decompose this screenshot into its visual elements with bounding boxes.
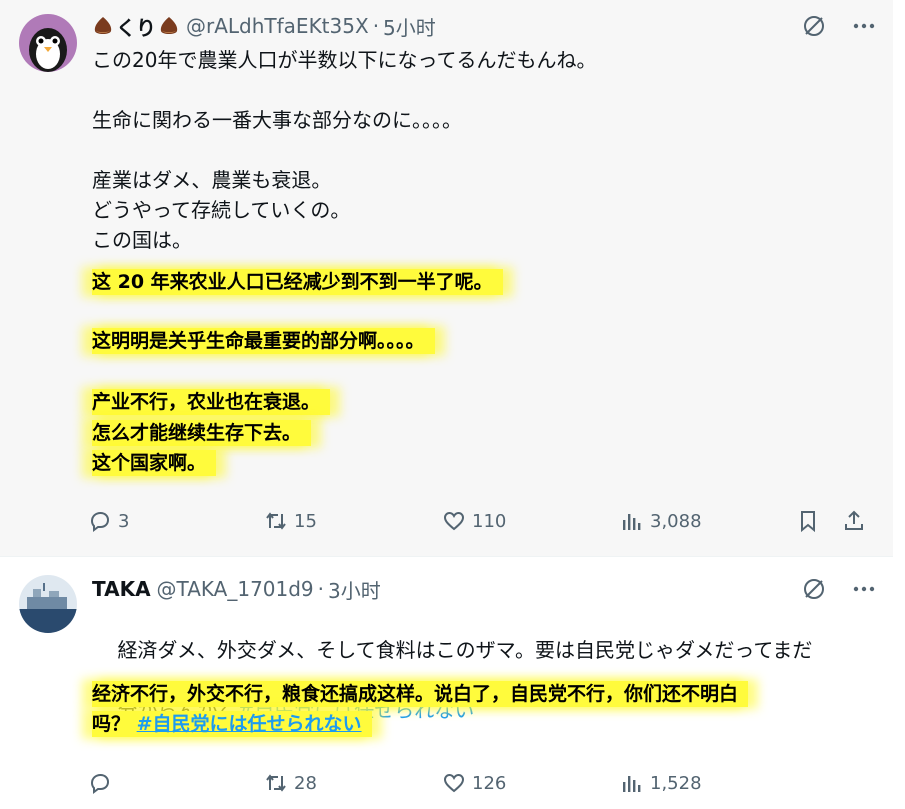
translation-line: 这个国家啊。: [92, 450, 217, 476]
tweet[interactable]: TAKA @TAKA_1701d9 · 3小时 経済ダメ、外交ダメ、そして食料は…: [0, 556, 893, 809]
like-button[interactable]: 110: [442, 505, 506, 537]
author-name-text: くり: [116, 15, 156, 40]
view-count: 3,088: [650, 510, 702, 532]
more-icon[interactable]: [850, 12, 878, 40]
translation-line: 吗？: [92, 713, 131, 735]
views-button[interactable]: 1,528: [620, 767, 702, 799]
author-handle[interactable]: @rALdhTfaEKt35X: [186, 14, 369, 38]
translation-line: 这明明是关乎生命最重要的部分啊。。。。: [92, 328, 435, 354]
author-name[interactable]: TAKA: [92, 577, 151, 601]
translation-text: 经济不行，外交不行，粮食还搞成这样。说白了，自民党不行，你们还不明白 吗？ #自…: [92, 679, 892, 739]
scrollbar-gutter: [893, 0, 905, 809]
author-handle[interactable]: @TAKA_1701d9: [157, 577, 314, 601]
share-button[interactable]: [842, 505, 866, 537]
reply-button[interactable]: [88, 767, 118, 799]
tweet-text-line: 生命に関わる一番大事な部分なのに。。。。: [92, 108, 462, 132]
tweet-text-line: 産業はダメ、農業も衰退。: [92, 168, 332, 192]
tweet-header: TAKA @TAKA_1701d9 · 3小时: [92, 574, 381, 604]
tweet-text-line: この国は。: [92, 228, 192, 252]
author-name[interactable]: くり: [92, 12, 180, 41]
tweet-header: くり @rALdhTfaEKt35X · 5小时: [92, 11, 436, 41]
heart-icon: [443, 773, 465, 793]
tweet-top-actions: [800, 12, 878, 40]
heart-icon: [443, 511, 465, 531]
chestnut-icon: [160, 17, 178, 34]
retweet-button[interactable]: 15: [264, 505, 317, 537]
retweet-button[interactable]: 28: [264, 767, 317, 799]
bookmark-button[interactable]: [796, 505, 820, 537]
separator-dot: ·: [317, 577, 325, 601]
translation-line: 这 20 年来农业人口已经减少到不到一半了呢。: [92, 269, 503, 295]
tweet-action-bar: 3 15 110 3,088: [88, 505, 878, 537]
like-count: 110: [472, 510, 507, 532]
tweet-text-line: 経済ダメ、外交ダメ、そして食料はこのザマ。要は自民党じゃダメだってまだ: [117, 638, 813, 662]
chestnut-icon: [94, 17, 112, 34]
like-count: 126: [472, 772, 507, 794]
reply-icon: [90, 773, 110, 794]
grok-icon[interactable]: [800, 12, 828, 40]
ship-avatar[interactable]: [19, 575, 77, 633]
translation-line: 经济不行，外交不行，粮食还搞成这样。说白了，自民党不行，你们还不明白: [92, 681, 749, 707]
share-icon: [845, 510, 863, 530]
separator-dot: ·: [372, 14, 380, 38]
tweet[interactable]: くり @rALdhTfaEKt35X · 5小时 この20年で農業人口が半数以下…: [0, 0, 893, 556]
tweet-action-bar: 28 126 1,528: [88, 767, 878, 799]
tweet-text-line: この20年で農業人口が半数以下になってるんだもんね。: [92, 48, 597, 72]
translation-line: 产业不行，农业也在衰退。: [92, 389, 331, 415]
reply-icon: [90, 511, 110, 532]
tweet-top-actions: [800, 575, 878, 603]
like-button[interactable]: 126: [442, 767, 506, 799]
hashtag-link[interactable]: #自民党には任せられない: [137, 713, 362, 735]
retweet-count: 15: [294, 510, 317, 532]
views-button[interactable]: 3,088: [620, 505, 702, 537]
translation-line: 怎么才能继续生存下去。: [92, 420, 312, 446]
more-icon[interactable]: [850, 575, 878, 603]
tweet-text-line: どうやって存続していくの。: [92, 198, 351, 222]
reply-count: 3: [118, 510, 130, 532]
views-icon: [623, 776, 641, 792]
view-count: 1,528: [650, 772, 702, 794]
timestamp[interactable]: 5小时: [383, 12, 436, 41]
reply-button[interactable]: 3: [88, 505, 129, 537]
bookmark-icon: [801, 511, 815, 533]
timestamp[interactable]: 3小时: [328, 575, 381, 604]
retweet-icon: [266, 512, 286, 530]
retweet-icon: [266, 774, 286, 792]
retweet-count: 28: [294, 772, 317, 794]
grok-icon[interactable]: [800, 575, 828, 603]
views-icon: [623, 514, 641, 530]
penguin-avatar[interactable]: [19, 14, 77, 72]
